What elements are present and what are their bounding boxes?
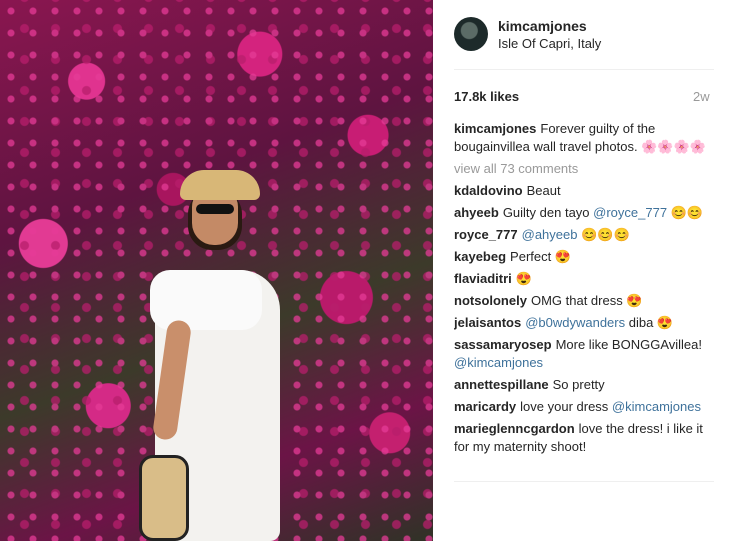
- comment-row: jelaisantos @b0wdywanders diba 😍: [454, 314, 716, 332]
- sunglasses: [196, 204, 234, 214]
- comment-row: kdaldovino Beaut: [454, 182, 716, 200]
- profile-avatar[interactable]: [454, 17, 488, 51]
- comment-text: Beaut: [526, 183, 561, 198]
- comment-user[interactable]: annettespillane: [454, 377, 549, 392]
- comment-user[interactable]: notsolonely: [454, 293, 527, 308]
- comment-user[interactable]: flaviaditri: [454, 271, 512, 286]
- likes-count[interactable]: 17.8k likes: [454, 89, 519, 104]
- comment-row: ahyeeb Guilty den tayo @royce_777 😊😊: [454, 204, 716, 222]
- comment-text: Guilty den tayo: [502, 205, 594, 220]
- comment-row: annettespillane So pretty: [454, 376, 716, 394]
- comment-row: royce_777 @ahyeeb 😊😊😊: [454, 226, 716, 244]
- comments-list: kimcamjones Forever guilty of the bougain…: [454, 120, 716, 482]
- off-shoulder-top: [150, 270, 262, 330]
- comment-user[interactable]: royce_777: [454, 227, 518, 242]
- comment-entries: kdaldovino Beaut ahyeeb Guilty den tayo @ro…: [454, 182, 716, 456]
- caption-user[interactable]: kimcamjones: [454, 121, 536, 136]
- comment-text: Perfect 😍: [510, 249, 572, 264]
- comment-mention-link[interactable]: @kimcamjones: [612, 399, 701, 414]
- comment-row: kayebeg Perfect 😍: [454, 248, 716, 266]
- comment-row: notsolonely OMG that dress 😍: [454, 292, 716, 310]
- comment-text: 😍: [515, 271, 532, 286]
- post-location[interactable]: Isle Of Capri, Italy: [498, 36, 601, 51]
- post-username[interactable]: kimcamjones: [498, 18, 587, 34]
- header-divider: [454, 69, 714, 70]
- comment-text-after: diba 😍: [625, 315, 674, 330]
- comment-mention-link[interactable]: @b0wdywanders: [525, 315, 625, 330]
- comment-user[interactable]: kayebeg: [454, 249, 506, 264]
- comment-text: OMG that dress 😍: [530, 293, 643, 308]
- comment-text: love your dress: [520, 399, 612, 414]
- comment-text-after: 😊😊: [667, 205, 704, 220]
- comment-row: maricardy love your dress @kimcamjones: [454, 398, 716, 416]
- comment-mention-link[interactable]: @kimcamjones: [454, 355, 543, 370]
- comment-row: sassamaryosep More like BONGGAvillea! @ki…: [454, 336, 716, 372]
- straw-hat: [180, 170, 260, 200]
- post-photo[interactable]: [0, 0, 433, 541]
- post-age[interactable]: 2w: [693, 89, 710, 104]
- view-all-comments-link[interactable]: view all 73 comments: [454, 160, 716, 178]
- comment-user[interactable]: maricardy: [454, 399, 516, 414]
- comment-user[interactable]: marieglenncgardon: [454, 421, 575, 436]
- comment-row: flaviaditri 😍: [454, 270, 716, 288]
- comment-text: More like BONGGAvillea!: [555, 337, 702, 352]
- straw-bag: [139, 455, 189, 541]
- comment-row: marieglenncgardon love the dress! i like …: [454, 420, 716, 456]
- caption: kimcamjones Forever guilty of the bougain…: [454, 120, 716, 156]
- comment-mention-link[interactable]: @royce_777: [593, 205, 667, 220]
- comment-user[interactable]: jelaisantos: [454, 315, 521, 330]
- comments-divider: [454, 481, 714, 482]
- comment-text: So pretty: [552, 377, 605, 392]
- comment-user[interactable]: sassamaryosep: [454, 337, 552, 352]
- comment-mention-link[interactable]: @ahyeeb: [522, 227, 578, 242]
- comment-user[interactable]: ahyeeb: [454, 205, 499, 220]
- comment-text-after: 😊😊😊: [577, 227, 630, 242]
- comment-user[interactable]: kdaldovino: [454, 183, 523, 198]
